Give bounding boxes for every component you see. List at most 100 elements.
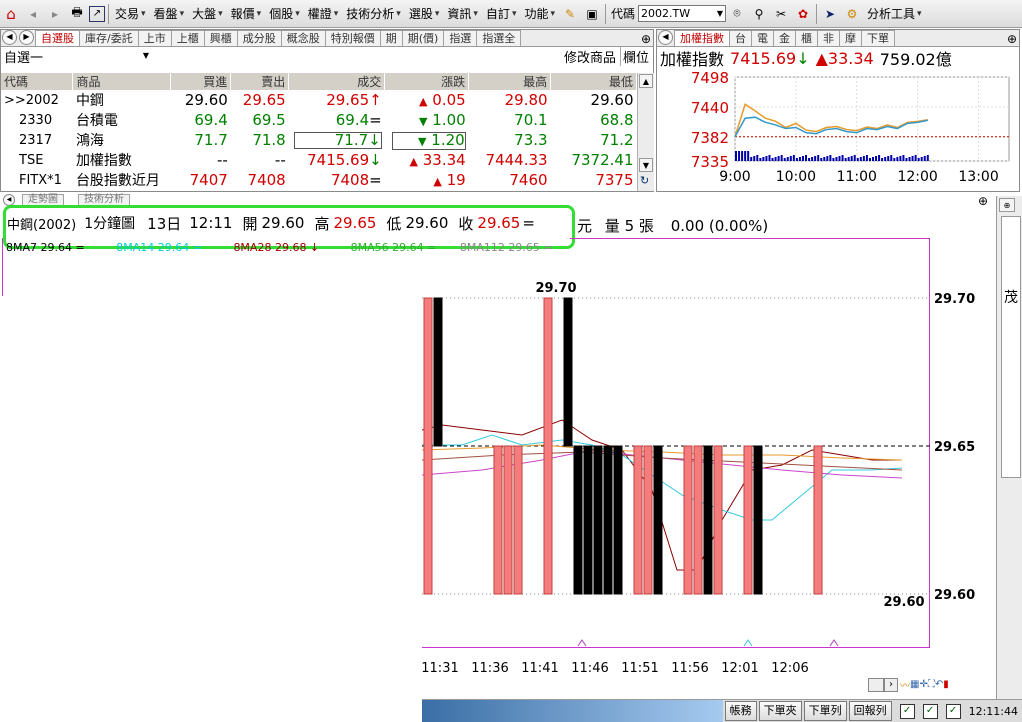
bar-chart-icon[interactable]: ▮ [943,679,949,690]
table-row[interactable]: 2330 台積電 69.4 69.5 69.4= ▼ 1.00 70.1 68.… [1,110,637,130]
y-tick-label: 7335 [691,153,729,171]
header-code[interactable]: 代碼 [1,73,74,90]
row-last-value: 29.65 [326,91,370,109]
tab-msci[interactable]: 摩 [839,30,862,46]
header-high[interactable]: 最高 [468,73,552,90]
window-icon[interactable]: ▣ [582,4,602,24]
quote-scrollbar[interactable]: ▲ ▼ ↻ [637,73,654,191]
tab-order[interactable]: 下單 [861,30,895,46]
right-sidebar: ⊕ 茂 [996,196,1022,701]
menu-analysis-tools[interactable]: 分析工具 [863,5,926,22]
tab-index-options[interactable]: 指選 [443,30,478,46]
order-folder-button[interactable]: 下單夾 [758,701,802,721]
menu-market[interactable]: 大盤 [188,5,227,22]
order-bar-button[interactable]: 下單列 [803,701,847,721]
tab-fin[interactable]: 金 [773,30,796,46]
zoom-icon[interactable]: ⊕ [978,194,988,208]
volume-bar [896,157,899,161]
tab-trend-chart[interactable]: 走勢圖 [22,194,64,205]
tab-futures-price[interactable]: 期(價) [401,30,445,46]
tab-emerging[interactable]: 興櫃 [203,30,238,46]
binoculars-icon[interactable]: ⌾ [727,4,747,24]
tab-watchlist[interactable]: 自選股 [35,30,80,46]
tab-otc[interactable]: 上櫃 [170,30,205,46]
header-ask[interactable]: 賣出 [230,73,290,90]
row-bid: 69.4 [194,111,228,129]
tab-inventory[interactable]: 庫存/委託 [79,30,139,46]
table-row[interactable]: >>2002 中鋼 29.60 29.65 29.65↑ ▲ 0.05 29.8… [1,90,637,110]
volume-bar [747,151,750,161]
analysis-icon[interactable]: ⚙ [842,4,862,24]
menu-trade[interactable]: 交易 [111,5,150,22]
scroll-up-icon[interactable]: ⊕ [999,198,1015,212]
refresh-icon[interactable]: ↻ [640,174,649,187]
scroll-down-icon[interactable]: ▼ [639,158,653,172]
check-icon[interactable]: ✓ [945,703,961,719]
zoom-fit-icon[interactable]: ⛶ [928,679,935,690]
tab-concept[interactable]: 概念股 [280,30,326,46]
code-input[interactable]: 2002.TW ▼ [638,5,727,22]
tab-next-icon[interactable]: ▶ [19,30,34,45]
brush-icon[interactable]: ✿ [793,4,813,24]
edit-products-button[interactable]: 修改商品 [564,47,616,66]
tab-taiex[interactable]: 加權指數 [674,30,730,46]
tab-prev-icon[interactable]: ◀ [2,30,17,45]
cursor-icon[interactable]: ➤ [820,4,840,24]
zoom-icon[interactable]: ⊕ [641,32,651,46]
tab-index-options-all[interactable]: 指選全 [476,30,522,46]
table-row[interactable]: FITX*1 台股指數近月 7407 7408 7408= ▲ 19 7460 … [1,170,637,190]
undo-icon[interactable]: ↶ [935,679,943,690]
line-chart-icon[interactable]: 〰 [900,677,910,692]
menu-stock[interactable]: 個股 [265,5,304,22]
tab-components[interactable]: 成分股 [236,30,282,46]
scroll-up-icon[interactable]: ▲ [639,74,653,88]
print-icon[interactable]: 🖶 [67,4,87,24]
check-icon[interactable]: ✓ [899,703,915,719]
columns-button[interactable]: 欄位 [619,46,649,66]
table-row[interactable]: 2317 鴻海 71.7 71.8 71.7↓ ▼ 1.20 73.3 71.2 [1,130,637,150]
back-icon[interactable]: ◂ [23,4,43,24]
menu-technical[interactable]: 技術分析 [342,5,405,22]
tab-futures[interactable]: 期 [379,30,403,46]
list-select[interactable]: 自選一 ▼ [1,47,149,66]
pencil-icon[interactable]: ✎ [560,4,580,24]
candle [753,445,763,595]
header-bid[interactable]: 買進 [170,73,232,90]
header-last[interactable]: 成交 [288,73,386,90]
chevron-right-icon[interactable]: › [884,677,898,692]
row-name: 台股指數近月 [75,173,160,189]
accounts-button[interactable]: 帳務 [724,701,757,721]
calendar-icon[interactable]: ▦ [910,679,919,690]
scroll-thumb[interactable] [868,677,884,692]
menu-warrant[interactable]: 權證 [304,5,343,22]
search-icon[interactable]: ⚲ [749,4,769,24]
sidebar-panel[interactable] [1001,216,1021,478]
tab-tw[interactable]: 台 [729,30,752,46]
tab-prev-icon[interactable]: ◀ [658,30,673,45]
forward-icon[interactable]: ▸ [45,4,65,24]
menu-info[interactable]: 資訊 [443,5,482,22]
table-row[interactable]: TSE 加權指數 -- -- 7415.69↓ ▲ 33.34 7444.33 … [1,150,637,170]
tab-special[interactable]: 特別報價 [324,30,381,46]
tab-otc[interactable]: 櫃 [795,30,818,46]
report-bar-button[interactable]: 回報列 [848,701,892,721]
row-last: 7408= [289,170,385,190]
header-name[interactable]: 商品 [72,73,172,90]
check-icon[interactable]: ✓ [922,703,938,719]
header-change[interactable]: 漲跌 [384,73,470,90]
zoom-icon[interactable]: ⊕ [1007,32,1017,46]
menu-watch[interactable]: 看盤 [150,5,189,22]
tab-nonfin[interactable]: 非 [817,30,840,46]
crosshair-icon[interactable]: ✛ [919,679,927,690]
tab-elec[interactable]: 電 [751,30,774,46]
tab-technical-analysis[interactable]: 技術分析 [78,194,130,205]
menu-screener[interactable]: 選股 [405,5,444,22]
home-icon[interactable]: ⌂ [1,4,21,24]
tab-listed[interactable]: 上市 [137,30,172,46]
external-link-icon[interactable]: ↗ [89,5,105,22]
menu-function[interactable]: 功能 [520,5,559,22]
tools-icon[interactable]: ✂ [771,4,791,24]
menu-custom[interactable]: 自訂 [482,5,521,22]
menu-quote[interactable]: 報價 [227,5,266,22]
header-low[interactable]: 最低 [550,73,637,90]
